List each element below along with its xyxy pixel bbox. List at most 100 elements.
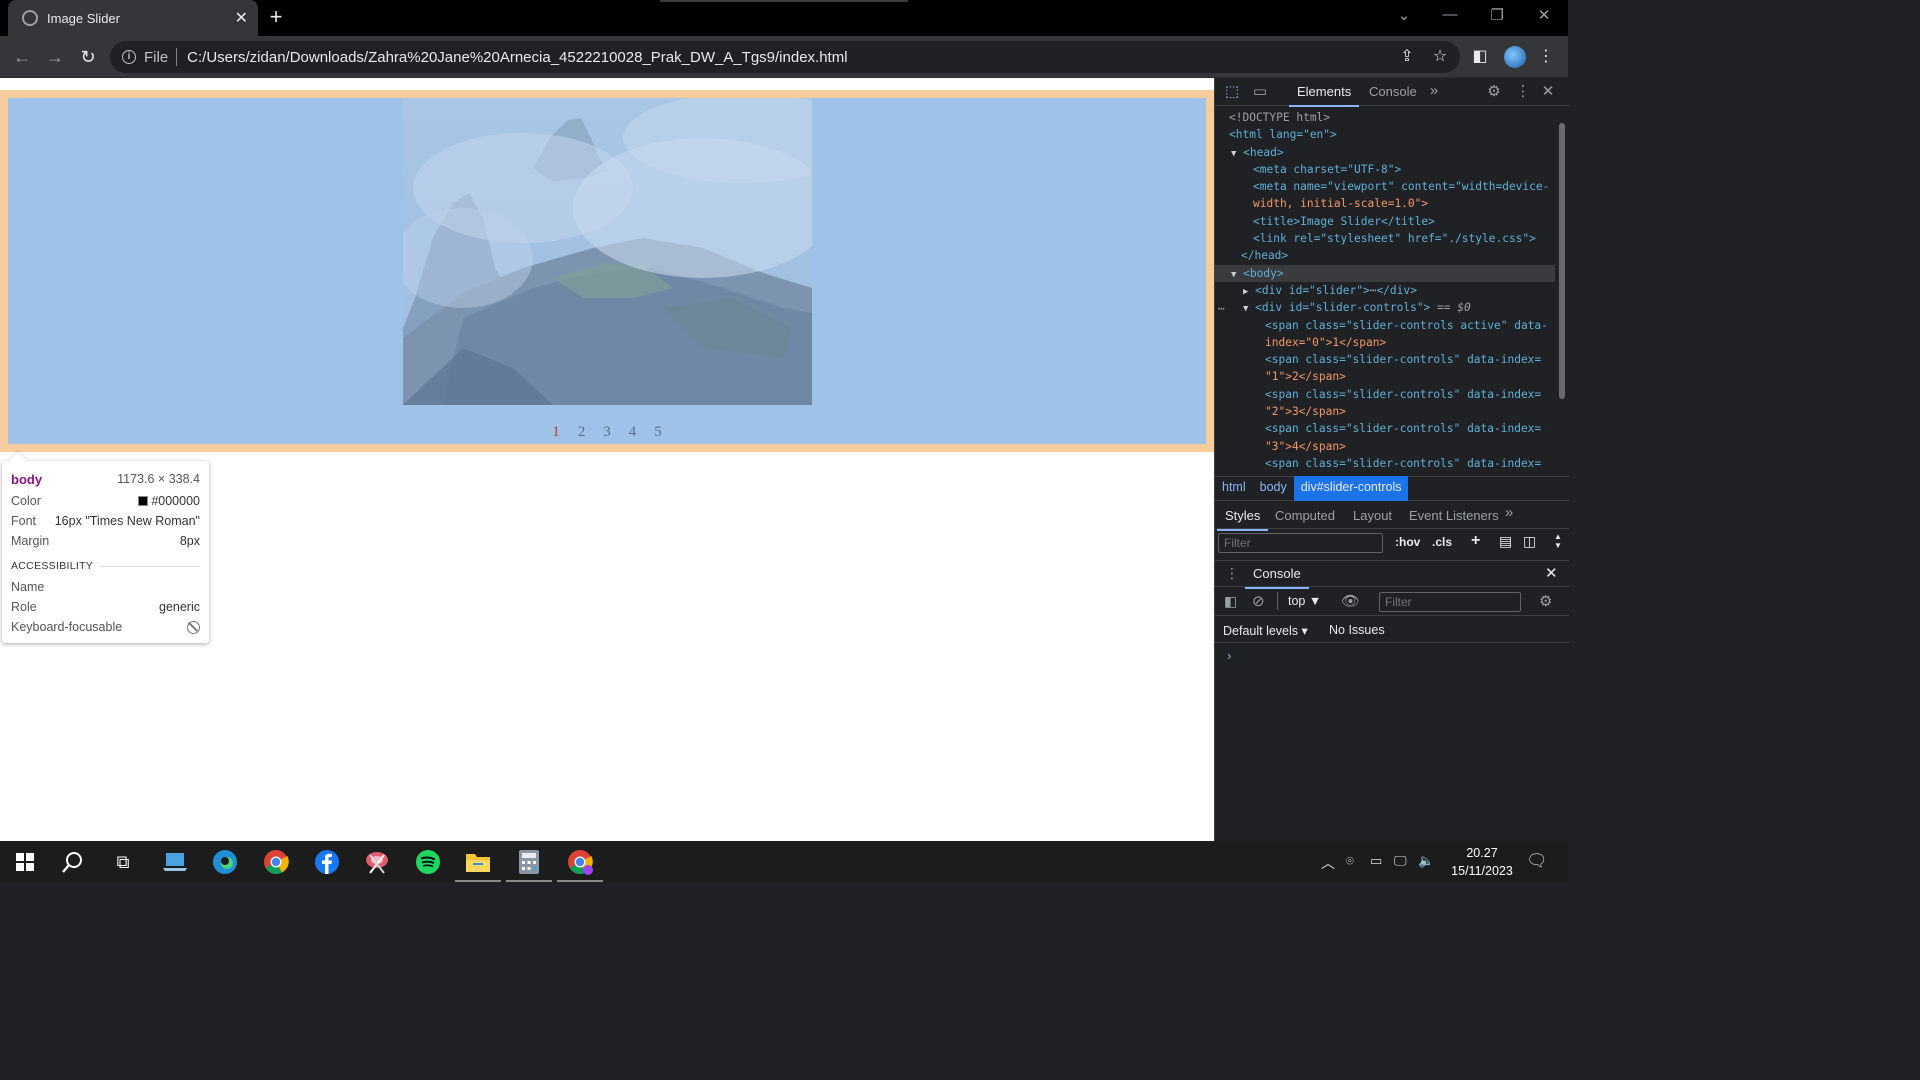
dom-line[interactable]: "1">2</span>: [1215, 368, 1555, 385]
dom-line[interactable]: <title>Image Slider</title>: [1215, 213, 1555, 230]
dom-line[interactable]: ▶ <div id="slider">⋯</div>: [1215, 282, 1555, 299]
slider-control-2[interactable]: 2: [578, 424, 586, 441]
slider-control-1[interactable]: 1: [552, 424, 560, 441]
forward-button[interactable]: →: [43, 45, 67, 69]
default-levels-dropdown[interactable]: Default levels ▾: [1223, 623, 1308, 638]
dom-line[interactable]: <link rel="stylesheet" href="./style.css…: [1215, 230, 1555, 247]
webcam-icon[interactable]: ⌾: [1346, 853, 1354, 869]
dom-line[interactable]: <span class="slider-controls" data-index…: [1215, 455, 1555, 472]
expand-triangle-icon[interactable]: ▼: [1231, 149, 1236, 159]
snipping-tool-icon[interactable]: [362, 847, 392, 877]
url-text[interactable]: C:/Users/zidan/Downloads/Zahra%20Jane%20…: [187, 49, 847, 66]
volume-icon[interactable]: 🔈: [1418, 853, 1434, 869]
bookmark-star-icon[interactable]: ☆: [1428, 45, 1452, 69]
expand-triangle-icon[interactable]: ▼: [1243, 304, 1248, 314]
share-icon[interactable]: ⇪: [1395, 45, 1419, 69]
show-hidden-icons-chevron[interactable]: ︿: [1321, 853, 1335, 873]
hov-button[interactable]: :hov: [1395, 535, 1420, 549]
slider-control-5[interactable]: 5: [654, 424, 662, 441]
devtools-menu-icon[interactable]: ⋮: [1513, 82, 1533, 100]
breadcrumb-body[interactable]: body: [1253, 476, 1294, 501]
dom-line-selected[interactable]: ▼ <body>: [1215, 264, 1555, 282]
side-panel-icon[interactable]: ◧: [1468, 45, 1492, 69]
close-devtools-icon[interactable]: ✕: [1538, 82, 1558, 100]
close-drawer-icon[interactable]: ✕: [1545, 564, 1558, 582]
new-style-rule-icon[interactable]: +: [1471, 532, 1480, 550]
new-tab-button[interactable]: +: [266, 6, 286, 30]
facebook-icon[interactable]: [312, 847, 342, 877]
styles-scroll-arrows-icon[interactable]: ▲ ▼: [1554, 532, 1562, 550]
reload-button[interactable]: ↻: [76, 45, 100, 69]
cls-button[interactable]: .cls: [1432, 535, 1452, 549]
chrome-browser-icon[interactable]: [261, 847, 291, 877]
dom-line[interactable]: <span class="slider-controls" data-index…: [1215, 420, 1555, 437]
windows-start-icon[interactable]: [10, 847, 40, 877]
notifications-icon[interactable]: 🗨: [1526, 851, 1548, 871]
task-view-icon[interactable]: ⧉: [108, 847, 138, 877]
edge-browser-icon[interactable]: [210, 847, 240, 877]
more-style-tabs-chevron-icon[interactable]: »: [1499, 504, 1519, 521]
dom-line[interactable]: <span class="slider-controls active" dat…: [1215, 317, 1555, 334]
tab-image-slider[interactable]: Image Slider ✕: [8, 0, 258, 36]
dom-line[interactable]: ▼ <head>: [1215, 144, 1555, 161]
laptop-app-icon[interactable]: [160, 847, 190, 877]
context-selector[interactable]: top ▼: [1288, 594, 1321, 608]
settings-gear-icon[interactable]: ⚙: [1484, 82, 1504, 100]
tab-console[interactable]: Console: [1369, 84, 1417, 99]
styles-filter-input[interactable]: [1218, 533, 1383, 553]
dom-line[interactable]: ▼ <div id="slider-controls"> == $0: [1215, 299, 1555, 316]
dom-line[interactable]: <span class="slider-controls" data-index…: [1215, 351, 1555, 368]
issues-counter[interactable]: No Issues: [1329, 623, 1385, 637]
breadcrumb-slider-controls[interactable]: div#slider-controls: [1293, 476, 1409, 501]
console-settings-gear-icon[interactable]: ⚙: [1539, 592, 1552, 610]
dom-line[interactable]: <meta name="viewport" content="width=dev…: [1215, 178, 1555, 195]
breadcrumb-html[interactable]: html: [1215, 476, 1253, 501]
spotify-icon[interactable]: [413, 847, 443, 877]
close-tab-icon[interactable]: ✕: [235, 8, 248, 28]
inspect-element-icon[interactable]: ⬚: [1222, 82, 1242, 100]
tab-event-listeners[interactable]: Event Listeners: [1409, 508, 1499, 523]
tab-elements[interactable]: Elements: [1288, 84, 1360, 107]
dom-line[interactable]: <html lang="en">: [1215, 126, 1555, 143]
device-toolbar-icon[interactable]: ▭: [1250, 82, 1270, 100]
console-prompt-icon[interactable]: ›: [1227, 648, 1231, 663]
info-icon[interactable]: i: [122, 50, 136, 64]
dom-tree-scrollbar[interactable]: [1555, 107, 1569, 475]
dom-line[interactable]: "3">4</span>: [1215, 438, 1555, 455]
chrome-window-icon[interactable]: [557, 847, 603, 882]
dom-line[interactable]: </head>: [1215, 247, 1555, 264]
drawer-menu-icon[interactable]: ⋮: [1225, 565, 1239, 582]
search-icon[interactable]: [58, 847, 88, 877]
dom-line[interactable]: "2">3</span>: [1215, 403, 1555, 420]
more-actions-icon[interactable]: ⋯: [1218, 300, 1225, 317]
battery-icon[interactable]: ▭: [1370, 853, 1382, 869]
kebab-menu-icon[interactable]: ⋮: [1534, 45, 1558, 69]
toggle-sidebar-icon[interactable]: ◫: [1523, 533, 1536, 550]
back-button[interactable]: ←: [10, 45, 34, 69]
address-bar[interactable]: i File C:/Users/zidan/Downloads/Zahra%20…: [110, 41, 1460, 73]
tab-layout[interactable]: Layout: [1353, 508, 1392, 523]
dom-line[interactable]: index="0">1</span>: [1215, 334, 1555, 351]
more-tabs-chevron-icon[interactable]: »: [1424, 82, 1444, 99]
file-explorer-icon[interactable]: [455, 847, 501, 882]
dom-line[interactable]: width, initial-scale=1.0">: [1215, 195, 1555, 212]
slider-control-4[interactable]: 4: [629, 424, 637, 441]
minimize-button[interactable]: —: [1440, 6, 1460, 28]
dom-line[interactable]: <!DOCTYPE html>: [1215, 109, 1555, 126]
dom-line[interactable]: <span class="slider-controls" data-index…: [1215, 386, 1555, 403]
drawer-tab-console[interactable]: Console: [1245, 566, 1309, 589]
network-icon[interactable]: 🖵: [1394, 853, 1407, 869]
expand-triangle-icon[interactable]: ▼: [1231, 270, 1236, 280]
clear-console-icon[interactable]: ⊘: [1252, 592, 1265, 610]
close-window-button[interactable]: ✕: [1534, 6, 1554, 28]
console-sidebar-icon[interactable]: ◧: [1224, 593, 1237, 610]
console-filter-input[interactable]: [1379, 592, 1521, 612]
tab-search-chevron-icon[interactable]: ⌄: [1394, 6, 1414, 28]
system-clock[interactable]: 20.27 15/11/2023: [1442, 844, 1522, 880]
tab-computed[interactable]: Computed: [1275, 508, 1335, 523]
scrollbar-thumb[interactable]: [1559, 123, 1565, 399]
calculator-icon[interactable]: [506, 847, 552, 882]
collapse-triangle-icon[interactable]: ▶: [1243, 287, 1248, 297]
profile-avatar[interactable]: [1504, 46, 1526, 68]
tab-styles[interactable]: Styles: [1216, 508, 1269, 531]
